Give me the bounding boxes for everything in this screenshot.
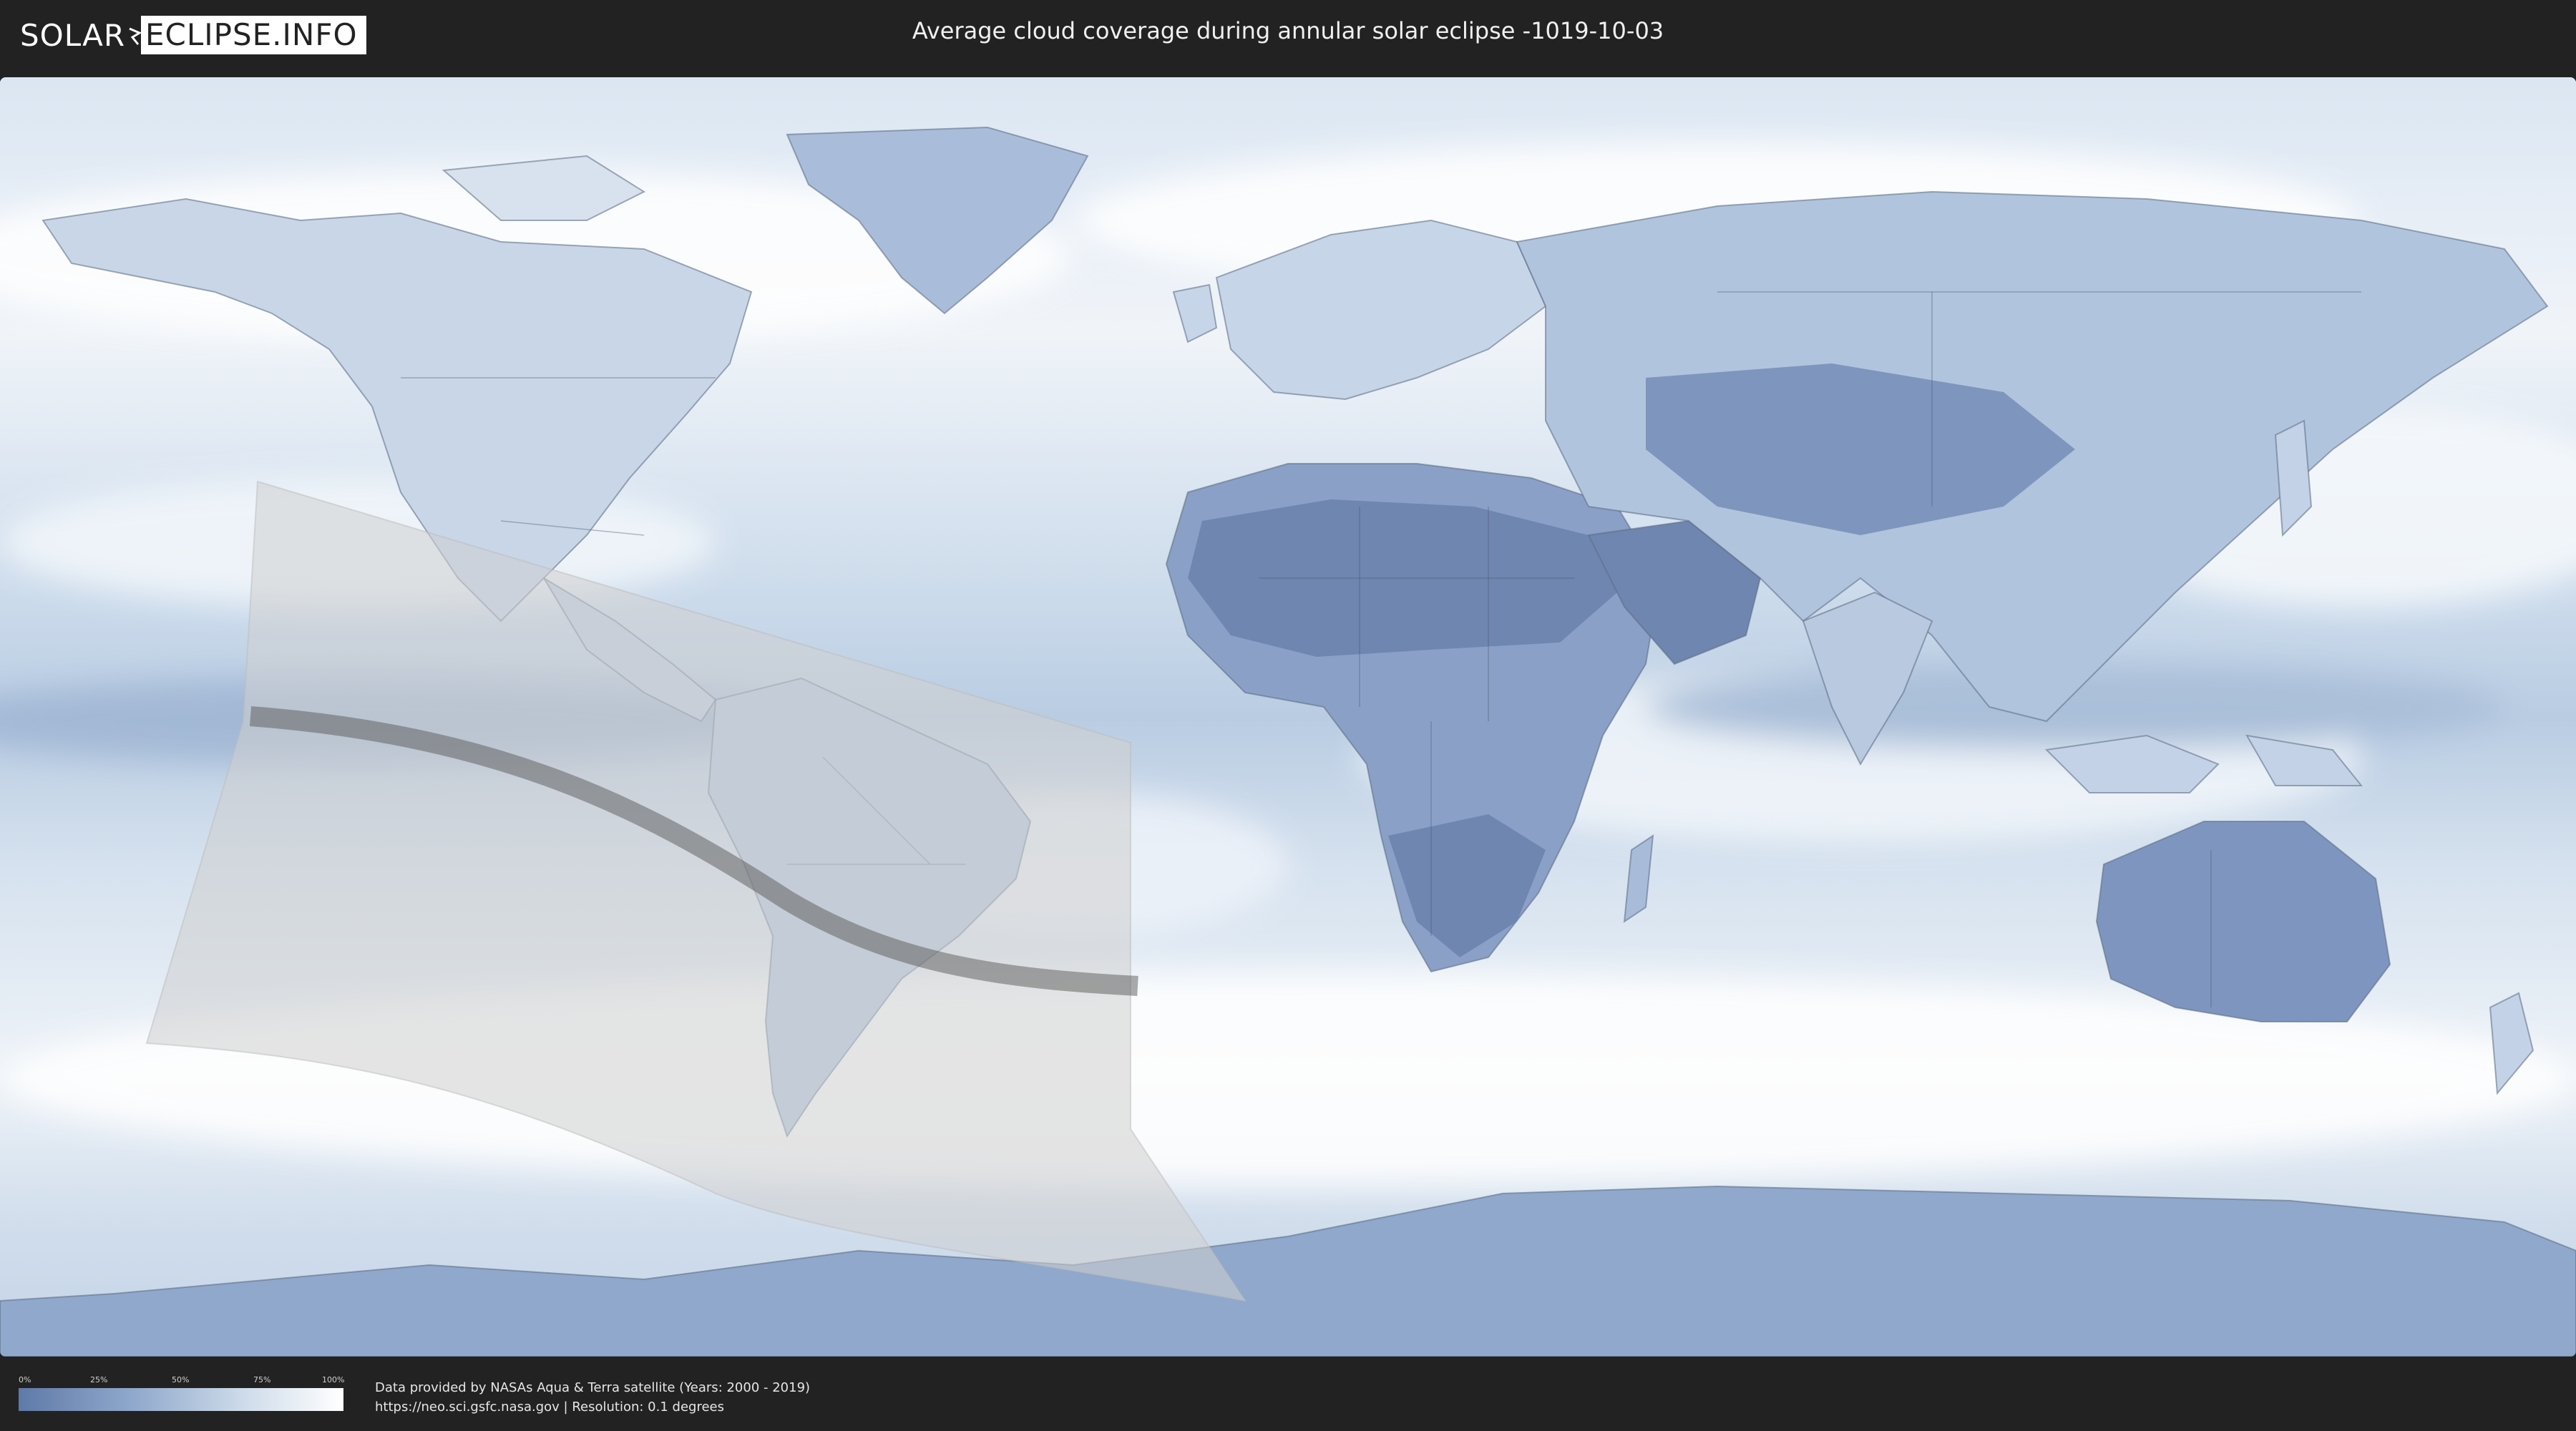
legend-tick: 75% [253,1375,271,1384]
legend-tick: 50% [172,1375,190,1384]
legend-tick: 0% [19,1375,31,1384]
legend-gradient-bar [19,1388,343,1411]
world-map-svg [0,77,2576,1357]
legend-tick: 25% [90,1375,108,1384]
header-bar: SOLAR ECLIPSE.INFO Average cloud coverag… [0,0,2576,72]
data-credits: Data provided by NASAs Aqua & Terra sate… [375,1378,810,1417]
credit-link[interactable]: https://neo.sci.gsfc.nasa.gov | Resoluti… [375,1397,810,1417]
cloud-coverage-legend: 0% 25% 50% 75% 100% [19,1375,345,1411]
cloud-coverage-map[interactable] [0,77,2576,1357]
page-title: Average cloud coverage during annular so… [912,17,1664,44]
credit-source: Data provided by NASAs Aqua & Terra sate… [375,1380,811,1395]
legend-tick: 100% [322,1375,345,1384]
legend-ticks: 0% 25% 50% 75% 100% [19,1375,345,1388]
